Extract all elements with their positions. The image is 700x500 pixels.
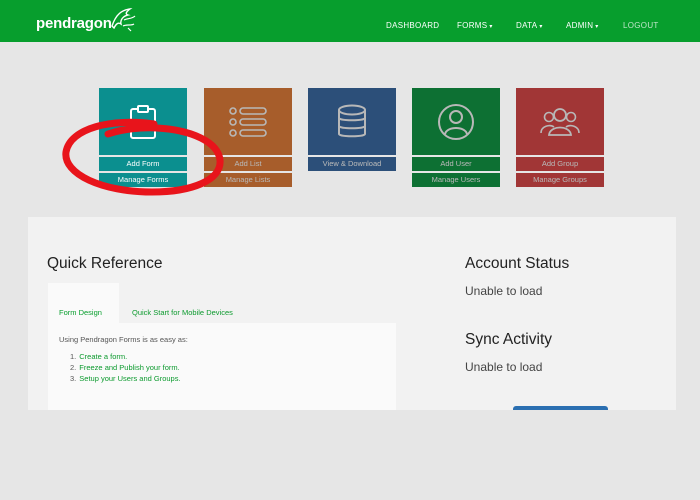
group-icon: [540, 107, 580, 136]
quick-reference-heading: Quick Reference: [47, 255, 163, 272]
manage-lists-button[interactable]: Manage Lists: [204, 173, 292, 187]
quick-reference-tabs: Form Design Quick Start for Mobile Devic…: [48, 283, 396, 410]
tab-content: Using Pendragon Forms is as easy as: 1. C…: [48, 323, 396, 410]
account-status-heading: Account Status: [465, 255, 570, 272]
steps-list: 1. Create a form. 2. Freeze and Publish yo…: [70, 351, 181, 384]
intro-text: Using Pendragon Forms is as easy as:: [59, 335, 188, 344]
tab-form-design[interactable]: Form Design: [48, 283, 119, 323]
dragon-logo-icon: [111, 7, 136, 32]
step-item[interactable]: 2. Freeze and Publish your form.: [70, 362, 181, 373]
clipboard-icon: [130, 104, 156, 139]
sync-activity-heading: Sync Activity: [465, 331, 552, 348]
tile-users: Add User Manage Users: [412, 88, 500, 187]
add-user-button[interactable]: Add User: [412, 157, 500, 171]
nav-data[interactable]: DATA ▾: [516, 21, 543, 30]
step-item[interactable]: 3. Setup your Users and Groups.: [70, 373, 181, 384]
tile-forms-header[interactable]: [99, 88, 187, 155]
nav-dashboard[interactable]: DASHBOARD: [386, 21, 439, 30]
add-group-button[interactable]: Add Group: [516, 157, 604, 171]
add-list-button[interactable]: Add List: [204, 157, 292, 171]
tile-data-header[interactable]: [308, 88, 396, 155]
add-form-button[interactable]: Add Form: [99, 157, 187, 171]
nav-forms[interactable]: FORMS ▾: [457, 21, 493, 30]
tile-groups: Add Group Manage Groups: [516, 88, 604, 187]
tile-data: View & Download: [308, 88, 396, 171]
manage-users-button[interactable]: Manage Users: [412, 173, 500, 187]
step-item[interactable]: 1. Create a form.: [70, 351, 181, 362]
account-status-value: Unable to load: [465, 284, 543, 298]
tile-groups-header[interactable]: [516, 88, 604, 155]
sync-activity-value: Unable to load: [465, 360, 543, 374]
nav-logout[interactable]: LOGOUT: [623, 21, 659, 30]
user-icon: [438, 103, 474, 140]
tile-users-header[interactable]: [412, 88, 500, 155]
app-logo[interactable]: pendragon: [36, 15, 112, 32]
tile-forms: Add Form Manage Forms: [99, 88, 187, 187]
database-icon: [338, 104, 366, 137]
page-bottom: [0, 410, 700, 500]
manage-groups-button[interactable]: Manage Groups: [516, 173, 604, 187]
list-icon: [229, 106, 267, 137]
tile-lists-header[interactable]: [204, 88, 292, 155]
nav-admin[interactable]: ADMIN ▾: [566, 21, 599, 30]
tab-quick-start-mobile[interactable]: Quick Start for Mobile Devices: [132, 308, 233, 317]
tile-lists: Add List Manage Lists: [204, 88, 292, 187]
top-navbar: pendragon DASHBOARD FORMS ▾ DATA ▾ ADMIN ▾ …: [0, 0, 700, 42]
manage-forms-button[interactable]: Manage Forms: [99, 173, 187, 187]
view-download-button[interactable]: View & Download: [308, 157, 396, 171]
